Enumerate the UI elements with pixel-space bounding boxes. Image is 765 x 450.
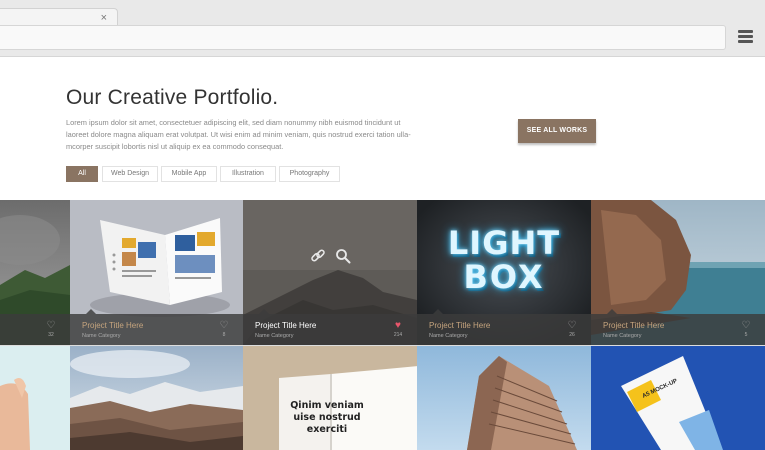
page-title: Our Creative Portfolio.: [66, 86, 279, 109]
paper-mockup-image: [591, 346, 765, 450]
heart-icon[interactable]: ♡: [740, 320, 752, 331]
like-counter[interactable]: ♡ 32: [45, 320, 57, 339]
filter-photography[interactable]: Photography: [279, 166, 340, 182]
like-count: 26: [569, 332, 575, 338]
book-page-text: Qinim veniam uise nostrud exerciti: [290, 400, 364, 435]
close-icon[interactable]: ×: [101, 10, 107, 26]
portfolio-item-coast[interactable]: Project Title Here Name Category ♡ 5: [591, 200, 765, 345]
project-info-bar: ♡ 32: [0, 314, 70, 345]
browser-chrome: ×: [0, 0, 765, 57]
see-all-works-button[interactable]: SEE ALL WORKS: [518, 119, 596, 143]
like-counter[interactable]: ♡ 26: [566, 320, 578, 339]
project-info-bar: Project Title Here Name Category ♡ 8: [70, 309, 243, 345]
portfolio-item-rocks-hover[interactable]: Project Title Here Name Category ♥ 214: [243, 200, 417, 345]
lightbox-title-line1: LIGHT: [447, 224, 561, 262]
project-category: Name Category: [82, 333, 121, 339]
hamburger-menu-icon[interactable]: [738, 30, 753, 44]
portfolio-item-book[interactable]: Qinim veniam uise nostrud exerciti: [243, 346, 417, 450]
like-count: 5: [744, 332, 748, 338]
like-counter[interactable]: ♡ 8: [218, 320, 230, 339]
mountain-valley-image: [70, 346, 243, 450]
like-count: 214: [393, 332, 403, 338]
heart-icon[interactable]: ♥: [392, 320, 404, 331]
project-title[interactable]: Project Title Here: [82, 321, 143, 330]
like-count: 32: [48, 332, 54, 338]
flatiron-building-image: [417, 346, 591, 450]
like-count: 8: [222, 332, 226, 338]
project-category: Name Category: [603, 333, 642, 339]
filter-illustration[interactable]: Illustration: [220, 166, 276, 182]
portfolio-grid: ♡ 32 Project Title Here Name Category ♡ …: [0, 200, 765, 450]
heart-icon[interactable]: ♡: [45, 320, 57, 331]
project-info-bar: Project Title Here Name Category ♥ 214: [243, 309, 417, 345]
like-counter[interactable]: ♥ 214: [392, 320, 404, 339]
project-title[interactable]: Project Title Here: [603, 321, 664, 330]
filter-mobile-app[interactable]: Mobile App: [161, 166, 217, 182]
search-icon[interactable]: [335, 248, 351, 264]
project-category: Name Category: [429, 333, 468, 339]
portfolio-header: Our Creative Portfolio. Lorem ipsum dolo…: [0, 57, 765, 200]
hand-holding-image: [0, 346, 70, 450]
project-title[interactable]: Project Title Here: [255, 321, 316, 330]
portfolio-item-hand[interactable]: [0, 346, 70, 450]
project-info-bar: Project Title Here Name Category ♡ 5: [591, 309, 765, 345]
like-counter[interactable]: ♡ 5: [740, 320, 752, 339]
intro-text: Lorem ipsum dolor sit amet, consectetuer…: [66, 118, 411, 151]
filter-all[interactable]: All: [66, 166, 98, 182]
portfolio-item-mockup[interactable]: A5 MOCK-UP: [591, 346, 765, 450]
heart-icon[interactable]: ♡: [218, 320, 230, 331]
address-bar[interactable]: [0, 25, 726, 50]
portfolio-item-lightbox[interactable]: LIGHT BOX Project Title Here Name Catego…: [417, 200, 591, 345]
link-icon[interactable]: [310, 248, 326, 264]
lightbox-title-line2: BOX: [463, 258, 545, 296]
project-title[interactable]: Project Title Here: [429, 321, 490, 330]
project-info-bar: Project Title Here Name Category ♡ 26: [417, 309, 591, 345]
portfolio-item-building[interactable]: [417, 346, 591, 450]
heart-icon[interactable]: ♡: [566, 320, 578, 331]
portfolio-item-landscape[interactable]: ♡ 32: [0, 200, 70, 345]
project-category: Name Category: [255, 333, 294, 339]
filter-web-design[interactable]: Web Design: [102, 166, 158, 182]
portfolio-item-mountains[interactable]: [70, 346, 243, 450]
portfolio-item-brochure[interactable]: Project Title Here Name Category ♡ 8: [70, 200, 243, 345]
